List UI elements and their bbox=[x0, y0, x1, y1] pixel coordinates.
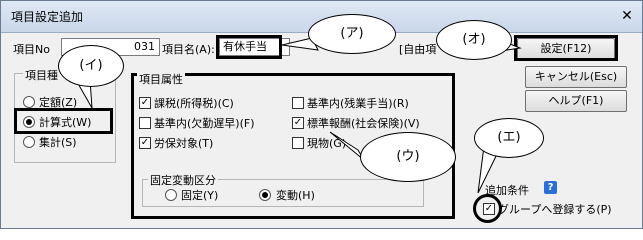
callout-a: (ア) bbox=[308, 14, 396, 54]
callout-u: (ウ) bbox=[360, 132, 456, 182]
callout-e: (エ) bbox=[474, 118, 544, 158]
callout-u-tail bbox=[329, 131, 365, 161]
callout-i: (イ) bbox=[58, 45, 124, 87]
callout-o: (オ) bbox=[436, 20, 512, 60]
